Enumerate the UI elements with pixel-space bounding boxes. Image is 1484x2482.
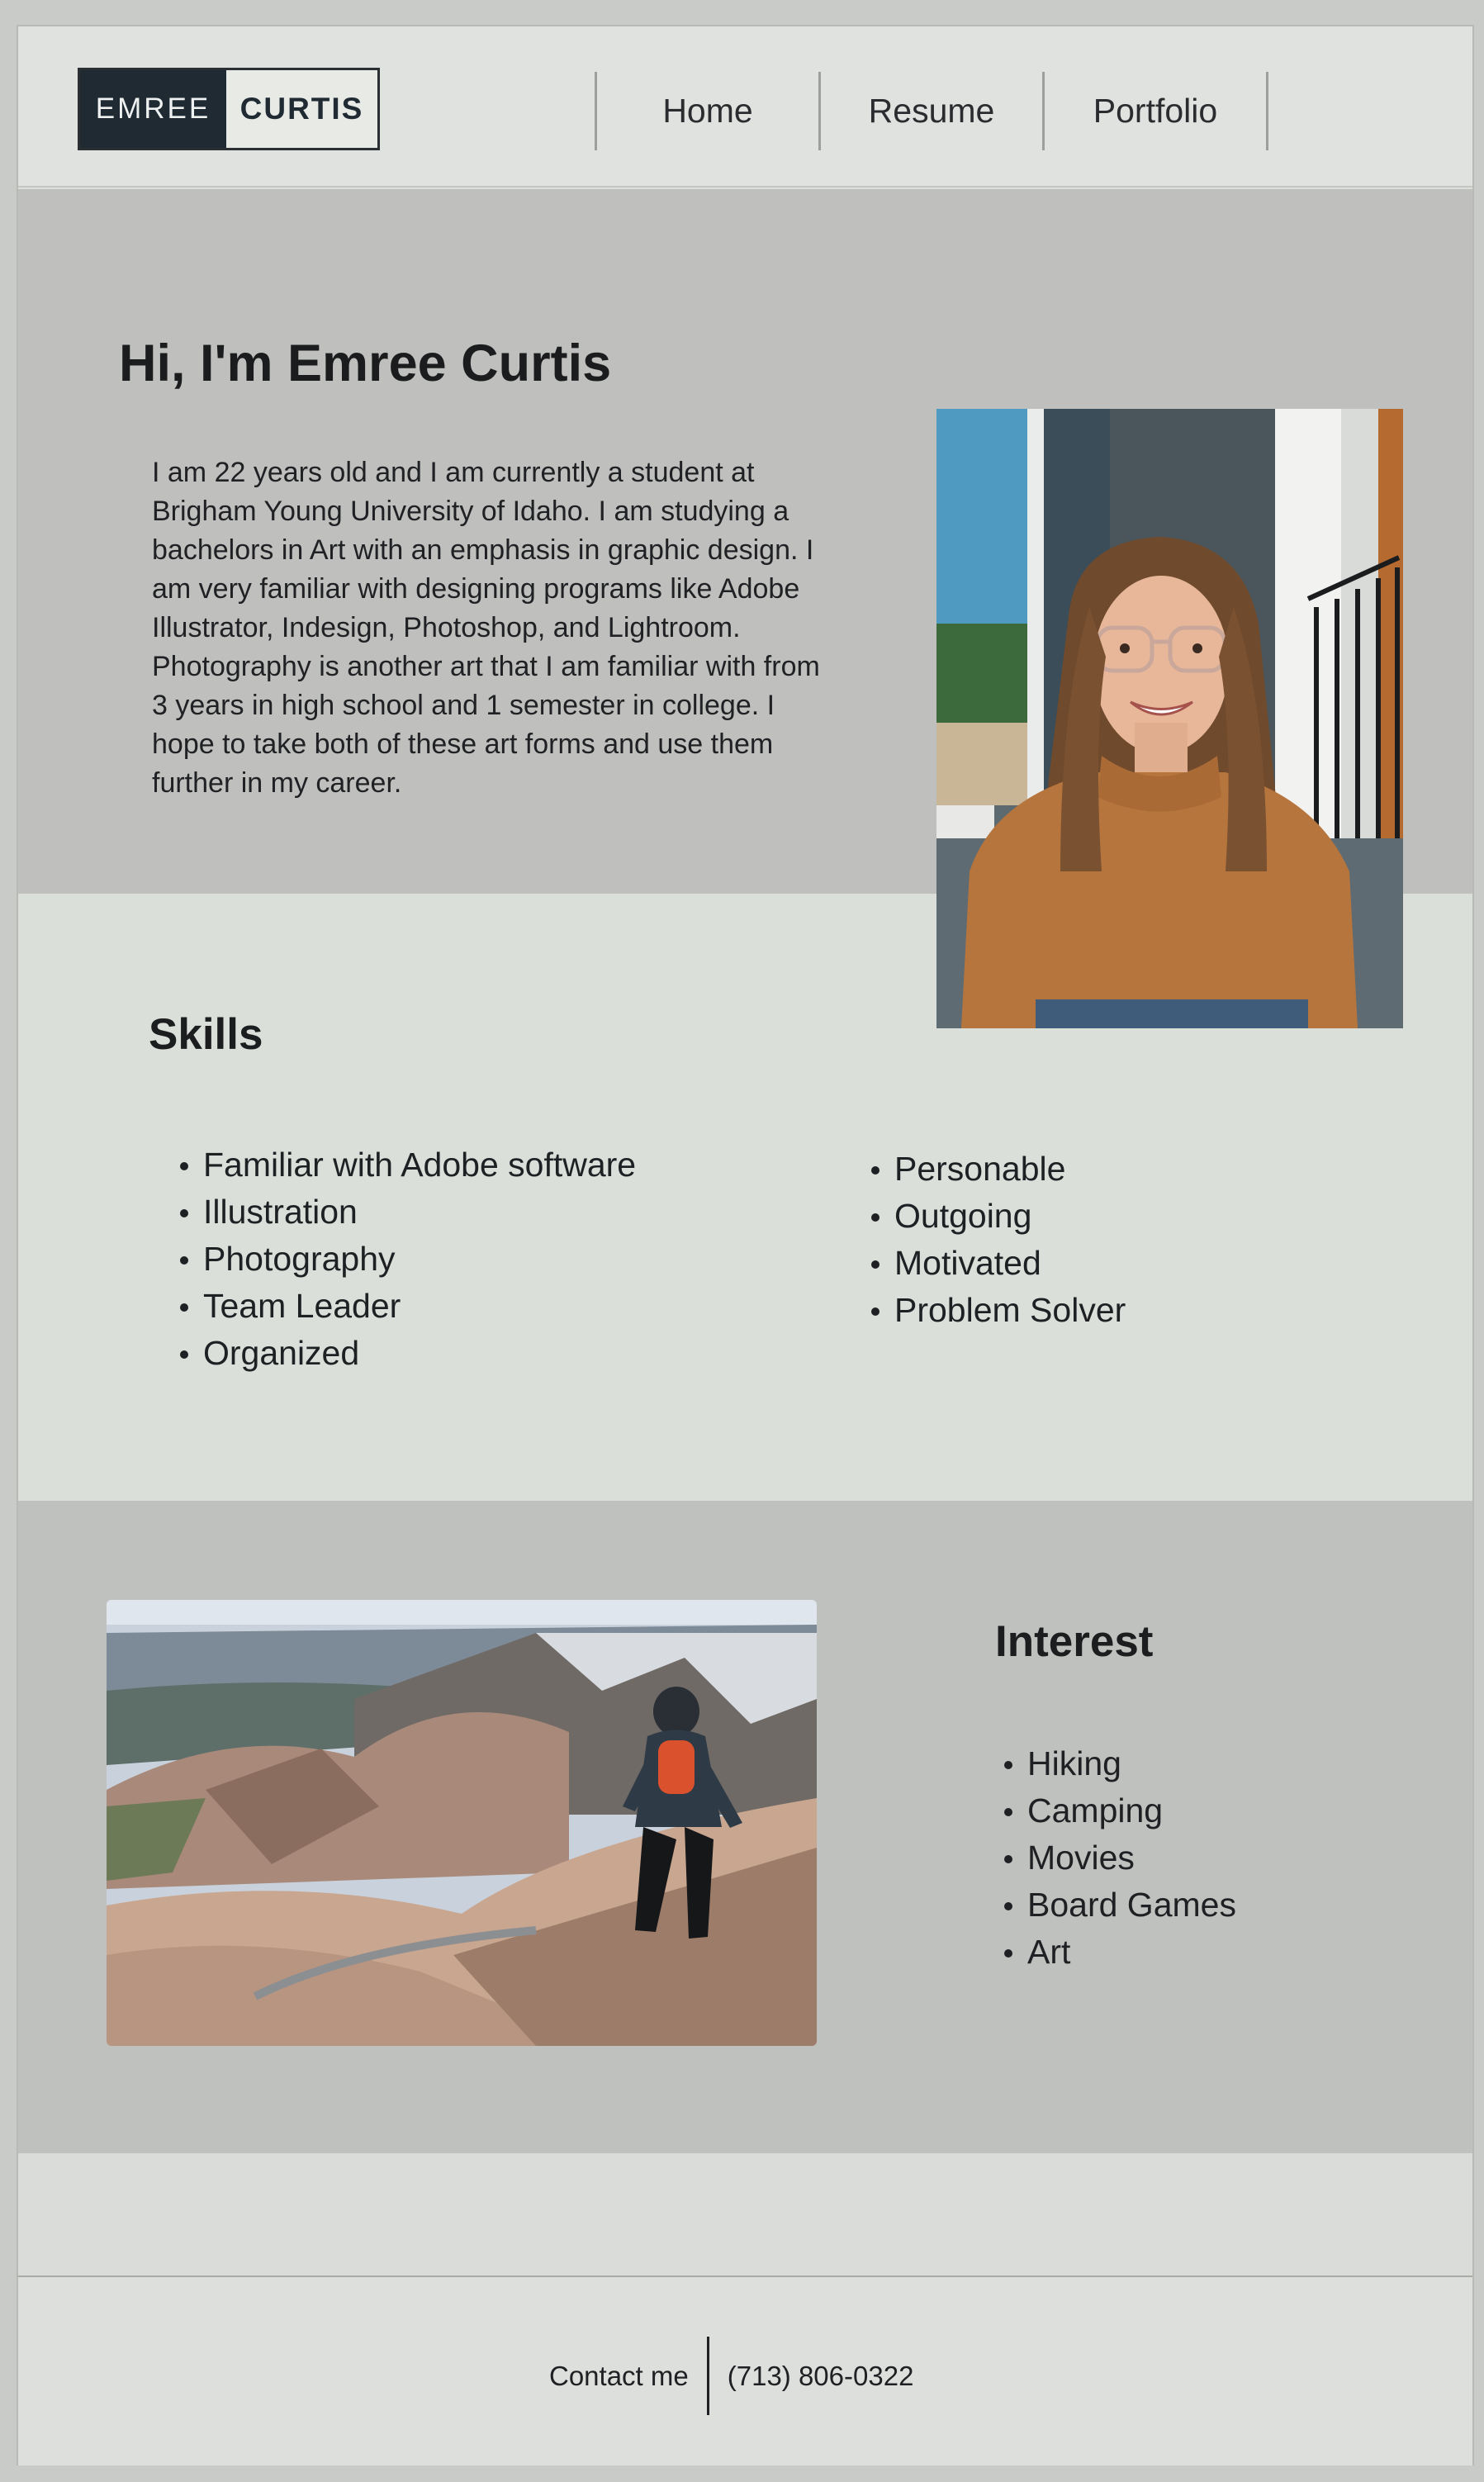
nav-resume-link[interactable]: Resume (821, 72, 1042, 150)
site-header: EMREE CURTIS Home Resume Portfolio (18, 26, 1472, 187)
skill-item: Motivated (866, 1240, 1126, 1287)
skill-item: Familiar with Adobe software (175, 1141, 636, 1189)
skills-list-primary: Familiar with Adobe software Illustratio… (175, 1141, 636, 1377)
skill-item: Photography (175, 1236, 636, 1283)
interest-item: Movies (999, 1834, 1236, 1882)
site-footer: Contact me (713) 806-0322 (18, 2279, 1472, 2465)
intro-line: further in my career. (152, 767, 402, 799)
contact-me-link[interactable]: Contact me (549, 2361, 707, 2392)
intro-line: Illustrator, Indesign, Photoshop, and Li… (152, 612, 741, 643)
skill-item: Illustration (175, 1189, 636, 1236)
interest-item: Hiking (999, 1740, 1236, 1787)
intro-line: am very familiar with designing programs… (152, 573, 800, 605)
phone-number[interactable]: (713) 806-0322 (709, 2361, 914, 2392)
intro-line: Brigham Young University of Idaho. I am … (152, 496, 789, 527)
hiking-photo (107, 1600, 817, 2046)
main-nav: Home Resume Portfolio (595, 72, 1268, 154)
intro-line: hope to take both of these art forms and… (152, 728, 774, 760)
nav-home-link[interactable]: Home (597, 72, 818, 150)
logo-last-name: CURTIS (239, 92, 364, 126)
site-logo[interactable]: EMREE CURTIS (78, 68, 380, 150)
intro-line: bachelors in Art with an emphasis in gra… (152, 534, 814, 566)
interest-list: Hiking Camping Movies Board Games Art (999, 1740, 1236, 1976)
interest-item: Board Games (999, 1882, 1236, 1929)
nav-portfolio-link[interactable]: Portfolio (1045, 72, 1266, 150)
skill-item: Personable (866, 1146, 1126, 1193)
browser-viewport: EMREE CURTIS Home Resume Portfolio Hi, I… (17, 25, 1474, 2465)
skills-list-secondary: Personable Outgoing Motivated Problem So… (866, 1146, 1126, 1334)
intro-line: I am 22 years old and I am currently a s… (152, 457, 755, 488)
intro-line: Photography is another art that I am fam… (152, 651, 820, 682)
interest-item: Art (999, 1929, 1236, 1976)
skill-item: Outgoing (866, 1193, 1126, 1240)
nav-divider (1266, 72, 1268, 150)
skill-item: Team Leader (175, 1283, 636, 1330)
intro-line: 3 years in high school and 1 semester in… (152, 690, 775, 721)
skill-item: Problem Solver (866, 1287, 1126, 1334)
interest-section: Interest Hiking Camping Movies Board Gam… (18, 1501, 1472, 2153)
logo-first-name: EMREE (80, 70, 226, 148)
section-spacer (18, 2153, 1472, 2277)
interest-item: Camping (999, 1787, 1236, 1834)
skill-item: Organized (175, 1330, 636, 1377)
skills-heading: Skills (149, 1010, 263, 1059)
intro-paragraph: I am 22 years old and I am currently a s… (152, 453, 895, 803)
portrait-photo (936, 409, 1403, 1028)
interest-heading: Interest (995, 1617, 1154, 1666)
intro-heading: Hi, I'm Emree Curtis (119, 335, 612, 392)
contact-info: Contact me (713) 806-0322 (549, 2337, 913, 2415)
